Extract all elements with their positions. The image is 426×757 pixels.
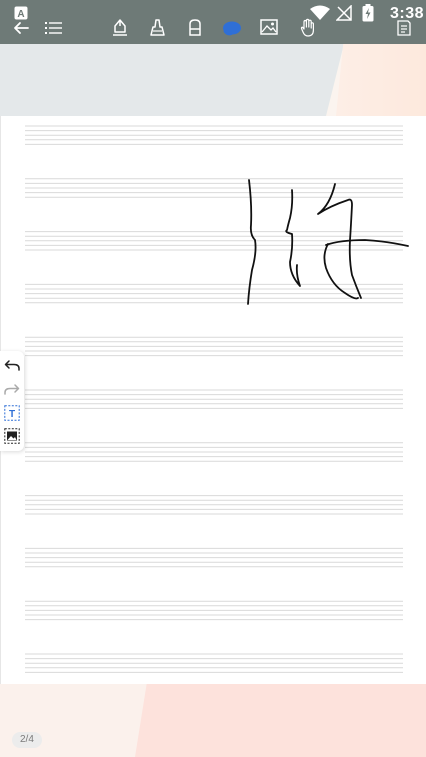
redo-icon[interactable] (4, 382, 20, 396)
ink-stroke (285, 189, 301, 287)
ink-stroke (247, 179, 257, 305)
insert-image-icon[interactable] (4, 428, 20, 444)
ink-stroke (325, 239, 409, 247)
undo-icon[interactable] (4, 358, 20, 372)
page-indicator[interactable]: 2/4 (12, 732, 42, 748)
handwriting-strokes (247, 179, 409, 305)
text-box-icon[interactable]: T (4, 405, 20, 421)
ink-stroke (323, 243, 359, 300)
svg-text:T: T (9, 409, 15, 420)
side-toolbar: T (0, 351, 24, 451)
